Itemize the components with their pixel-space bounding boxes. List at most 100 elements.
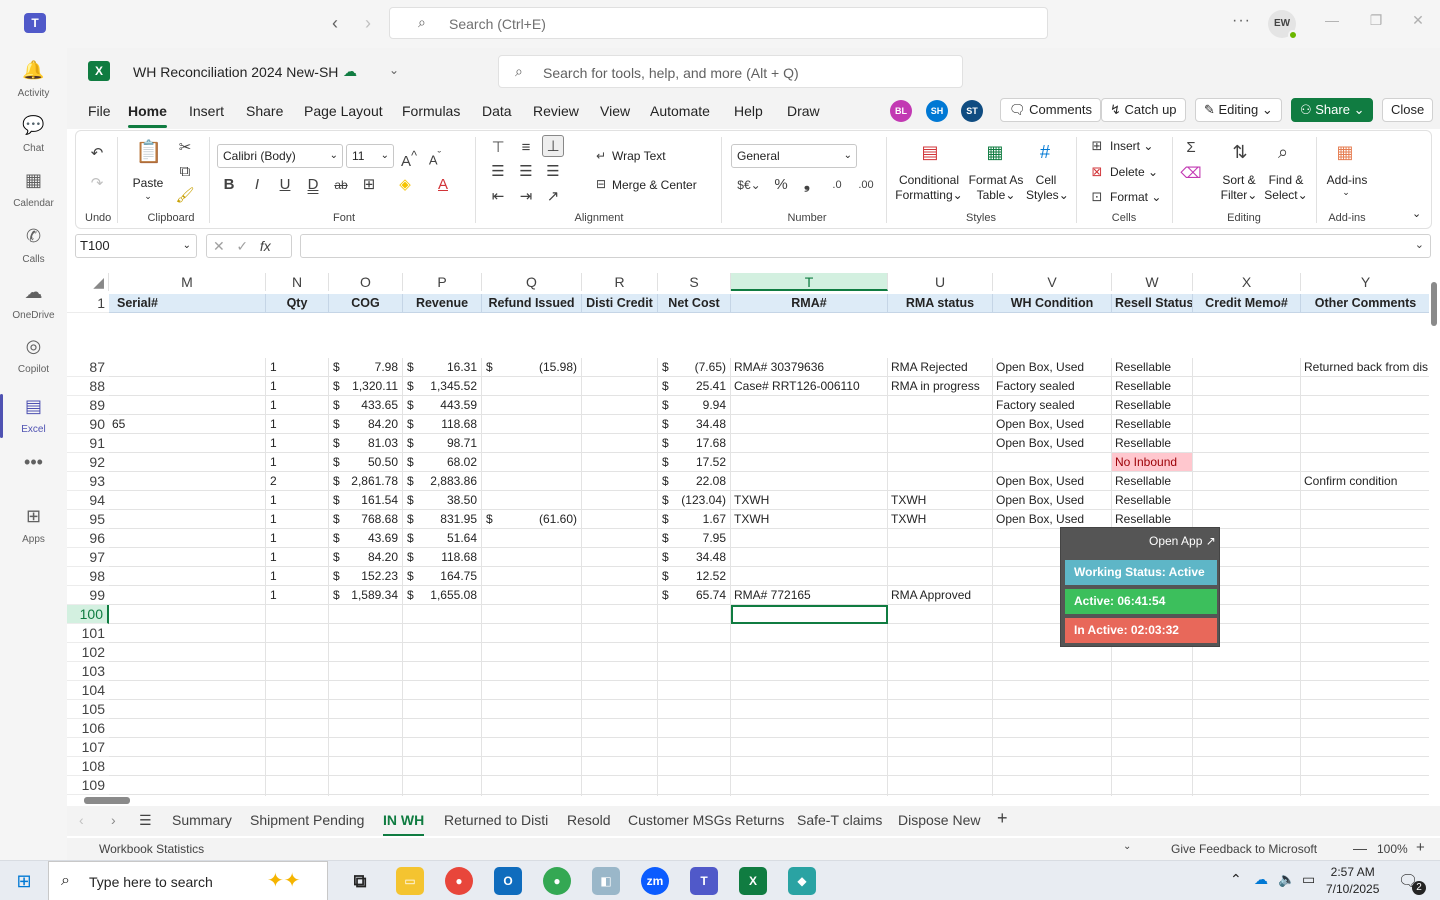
accounting-format-icon[interactable]: $€⌄ bbox=[734, 174, 764, 196]
table-cell[interactable] bbox=[1301, 567, 1431, 586]
table-cell[interactable] bbox=[888, 567, 993, 586]
table-cell[interactable] bbox=[109, 472, 266, 491]
table-cell[interactable] bbox=[482, 453, 582, 472]
sheet-tab-resold[interactable]: Resold bbox=[567, 812, 611, 828]
sort-filter-button[interactable]: Sort & Filter⌄ bbox=[1216, 173, 1262, 203]
ribbon-collapse-icon[interactable]: ⌄ bbox=[1412, 207, 1421, 220]
spreadsheet-grid[interactable]: ◢ M N O P Q R S T U V W X Y 1 Serial# Qty COG Revenue Refun… bbox=[67, 270, 1431, 800]
prev-sheet-icon[interactable]: ‹ bbox=[79, 812, 84, 828]
table-cell[interactable] bbox=[888, 453, 993, 472]
conditional-formatting-icon[interactable]: ▤ bbox=[919, 141, 941, 163]
row-header[interactable]: 102 bbox=[67, 643, 109, 662]
table-cell[interactable] bbox=[482, 624, 582, 643]
row-header[interactable]: 90 bbox=[67, 415, 109, 434]
table-cell[interactable] bbox=[266, 643, 329, 662]
wrap-text-button[interactable]: Wrap Text bbox=[612, 149, 666, 163]
column-header-q[interactable]: Q bbox=[482, 273, 582, 291]
underline-icon[interactable]: U bbox=[274, 174, 296, 196]
row-header[interactable]: 89 bbox=[67, 396, 109, 415]
table-cell[interactable] bbox=[582, 472, 658, 491]
column-title-q[interactable]: Refund Issued bbox=[482, 294, 582, 313]
table-cell[interactable]: TXWH bbox=[731, 510, 888, 529]
table-cell[interactable] bbox=[109, 434, 266, 453]
table-cell[interactable] bbox=[1301, 491, 1431, 510]
table-cell[interactable]: 1 bbox=[266, 586, 329, 605]
table-cell[interactable]: $50.50 bbox=[329, 453, 403, 472]
table-cell[interactable] bbox=[109, 757, 266, 776]
table-cell[interactable] bbox=[582, 757, 658, 776]
column-header-v[interactable]: V bbox=[993, 273, 1112, 291]
table-cell[interactable] bbox=[403, 700, 482, 719]
zoom-out-icon[interactable]: — bbox=[1353, 840, 1367, 856]
all-sheets-icon[interactable]: ☰ bbox=[139, 812, 152, 829]
merge-center-icon[interactable]: ⊟ bbox=[590, 173, 612, 195]
undo-icon[interactable]: ↶ bbox=[86, 143, 108, 165]
close-button[interactable]: Close bbox=[1382, 98, 1434, 122]
tab-file[interactable]: File bbox=[88, 103, 111, 119]
table-cell[interactable]: $2,861.78 bbox=[329, 472, 403, 491]
table-cell[interactable]: $118.68 bbox=[403, 548, 482, 567]
table-cell[interactable] bbox=[482, 605, 582, 624]
table-cell[interactable] bbox=[266, 757, 329, 776]
table-cell[interactable] bbox=[266, 681, 329, 700]
function-icon[interactable]: fx bbox=[260, 238, 271, 254]
row-header[interactable]: 106 bbox=[67, 719, 109, 738]
table-cell[interactable]: Open Box, Used bbox=[993, 491, 1112, 510]
tab-help[interactable]: Help bbox=[734, 103, 763, 119]
table-cell[interactable] bbox=[482, 681, 582, 700]
table-cell[interactable] bbox=[403, 776, 482, 795]
table-cell[interactable] bbox=[993, 757, 1112, 776]
table-cell[interactable] bbox=[993, 776, 1112, 795]
table-cell[interactable] bbox=[731, 453, 888, 472]
table-cell[interactable] bbox=[329, 643, 403, 662]
workbook-statistics[interactable]: Workbook Statistics bbox=[99, 842, 204, 856]
table-cell[interactable] bbox=[266, 719, 329, 738]
table-cell[interactable] bbox=[731, 624, 888, 643]
table-cell[interactable]: $ (15.98) bbox=[482, 358, 582, 377]
table-cell[interactable] bbox=[403, 624, 482, 643]
table-cell[interactable] bbox=[482, 377, 582, 396]
table-cell[interactable]: $ (61.60) bbox=[482, 510, 582, 529]
table-cell[interactable] bbox=[482, 662, 582, 681]
chevron-down-icon[interactable]: ⌄ bbox=[136, 191, 160, 202]
column-title-v[interactable]: WH Condition bbox=[993, 294, 1112, 313]
table-cell[interactable] bbox=[658, 681, 731, 700]
italic-icon[interactable]: I bbox=[246, 174, 268, 196]
table-cell[interactable] bbox=[482, 472, 582, 491]
table-cell[interactable] bbox=[731, 643, 888, 662]
table-cell[interactable]: $164.75 bbox=[403, 567, 482, 586]
table-cell[interactable]: Resellable bbox=[1112, 358, 1193, 377]
cancel-icon[interactable]: ✕ bbox=[213, 238, 225, 254]
decrease-decimal-icon[interactable]: .00 bbox=[855, 174, 877, 196]
table-cell[interactable] bbox=[1193, 738, 1301, 757]
column-title-s[interactable]: Net Cost bbox=[658, 294, 731, 313]
table-cell[interactable] bbox=[482, 738, 582, 757]
sheet-tab-summary[interactable]: Summary bbox=[172, 812, 232, 828]
table-cell[interactable] bbox=[109, 453, 266, 472]
active-cell-t100[interactable] bbox=[731, 605, 888, 624]
table-cell[interactable] bbox=[731, 700, 888, 719]
table-cell[interactable] bbox=[582, 700, 658, 719]
align-bottom-icon[interactable]: ⊥ bbox=[542, 135, 564, 157]
table-cell[interactable] bbox=[731, 472, 888, 491]
file-explorer-icon[interactable]: ▭ bbox=[396, 867, 424, 895]
table-cell[interactable] bbox=[658, 757, 731, 776]
back-arrow-icon[interactable]: ‹ bbox=[325, 12, 345, 34]
table-cell[interactable] bbox=[482, 434, 582, 453]
sort-filter-icon[interactable]: ⇅ bbox=[1229, 141, 1251, 163]
maximize-icon[interactable]: ❐ bbox=[1364, 12, 1388, 29]
table-cell[interactable] bbox=[1301, 662, 1431, 681]
table-cell[interactable] bbox=[582, 738, 658, 757]
table-cell[interactable] bbox=[888, 415, 993, 434]
table-cell[interactable] bbox=[888, 605, 993, 624]
table-cell[interactable] bbox=[109, 510, 266, 529]
table-cell[interactable]: $38.50 bbox=[403, 491, 482, 510]
borders-icon[interactable]: ⊞ bbox=[358, 174, 380, 196]
table-cell[interactable] bbox=[582, 681, 658, 700]
scroll-thumb[interactable] bbox=[1431, 282, 1437, 326]
table-cell[interactable] bbox=[1301, 624, 1431, 643]
collaborator-avatar[interactable]: ST bbox=[961, 100, 983, 122]
table-cell[interactable] bbox=[888, 681, 993, 700]
table-cell[interactable] bbox=[266, 624, 329, 643]
table-cell[interactable] bbox=[329, 624, 403, 643]
